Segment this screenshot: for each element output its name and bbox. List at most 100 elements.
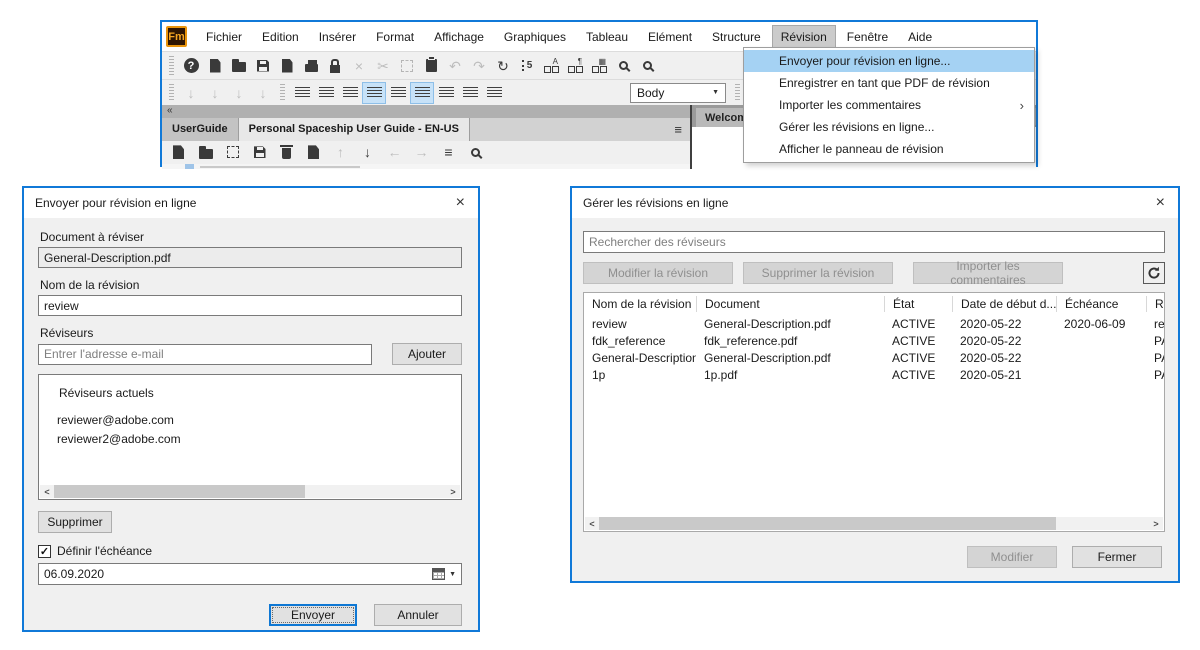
- justify-full-icon[interactable]: [386, 82, 410, 104]
- menu-inserer[interactable]: Insérer: [310, 25, 365, 49]
- reviewer-item[interactable]: reviewer2@adobe.com: [39, 427, 461, 446]
- horizontal-scrollbar[interactable]: < >: [585, 517, 1163, 530]
- deadline-checkbox[interactable]: ✓: [38, 545, 51, 558]
- find-icon[interactable]: [635, 55, 659, 77]
- book-panel: « UserGuide Personal Spaceship User Guid…: [162, 105, 692, 169]
- menu-format[interactable]: Format: [367, 25, 423, 49]
- scroll-left-icon[interactable]: <: [585, 519, 599, 529]
- table-row[interactable]: General-Description General-Description.…: [584, 349, 1164, 366]
- anchor-down2-icon: ↓: [203, 82, 227, 104]
- tab-userguide[interactable]: UserGuide: [162, 118, 239, 141]
- save-icon[interactable]: [251, 55, 275, 77]
- new-document-icon[interactable]: [203, 55, 227, 77]
- line-spacing-icon[interactable]: [434, 82, 458, 104]
- import-icon[interactable]: [275, 55, 299, 77]
- paragraph-catalog-icon[interactable]: ¶: [563, 55, 587, 77]
- reviewer-email-input[interactable]: [38, 344, 372, 365]
- scroll-right-icon[interactable]: >: [1149, 519, 1163, 529]
- menu-revision[interactable]: Révision: [772, 25, 836, 49]
- spacing-plus-icon[interactable]: [482, 82, 506, 104]
- tab-personal-spaceship[interactable]: Personal Spaceship User Guide - EN-US: [239, 118, 470, 141]
- reviewer-item[interactable]: reviewer@adobe.com: [39, 400, 461, 427]
- menu-aide[interactable]: Aide: [899, 25, 941, 49]
- menu-fichier[interactable]: Fichier: [197, 25, 251, 49]
- space-between-icon[interactable]: [458, 82, 482, 104]
- scrollbar-thumb[interactable]: [54, 485, 305, 498]
- display-list-icon[interactable]: ≡: [435, 141, 462, 163]
- search-reviewers-input[interactable]: [583, 231, 1165, 253]
- toolbar-grip[interactable]: [735, 84, 740, 101]
- deadline-date-value: 06.09.2020: [44, 567, 104, 581]
- panel-collapse-icon[interactable]: «: [162, 105, 690, 118]
- menu-graphiques[interactable]: Graphiques: [495, 25, 575, 49]
- col-header-state[interactable]: État: [884, 296, 952, 312]
- table-row[interactable]: 1p 1p.pdf ACTIVE 2020-05-21 PA: [584, 366, 1164, 383]
- menu-element[interactable]: Elément: [639, 25, 701, 49]
- review-name-input[interactable]: [38, 295, 462, 316]
- menu-item-manage-online-reviews[interactable]: Gérer les révisions en ligne...: [744, 116, 1034, 138]
- justify-left-icon[interactable]: [362, 82, 386, 104]
- panel-menu-icon[interactable]: ≡: [674, 122, 682, 137]
- toolbar-grip[interactable]: [169, 56, 174, 75]
- table-catalog-icon[interactable]: ▦: [587, 55, 611, 77]
- menu-item-show-review-panel[interactable]: Afficher le panneau de révision: [744, 138, 1034, 160]
- add-document-icon[interactable]: [165, 141, 192, 163]
- close-icon[interactable]: ×: [454, 195, 467, 211]
- revision-dropdown-menu: Envoyer pour révision en ligne... Enregi…: [743, 47, 1035, 163]
- paragraph-style-combobox[interactable]: Body ▼: [630, 83, 726, 103]
- align-left-icon[interactable]: [290, 82, 314, 104]
- horizontal-scrollbar[interactable]: < >: [40, 485, 460, 498]
- update-book-icon[interactable]: [300, 141, 327, 163]
- numbered-steps-icon[interactable]: 5: [515, 55, 539, 77]
- menu-tableau[interactable]: Tableau: [577, 25, 637, 49]
- paste-icon[interactable]: [419, 55, 443, 77]
- close-icon[interactable]: ×: [1154, 195, 1167, 211]
- send-button[interactable]: Envoyer: [269, 604, 357, 626]
- character-catalog-icon[interactable]: A: [539, 55, 563, 77]
- col-header-deadline[interactable]: Échéance: [1056, 296, 1146, 312]
- date-dropdown-icon[interactable]: ▼: [449, 571, 456, 578]
- justify-icon[interactable]: [410, 82, 434, 104]
- reviewers-listbox[interactable]: Réviseurs actuels reviewer@adobe.com rev…: [38, 374, 462, 500]
- refresh-button[interactable]: [1143, 262, 1165, 284]
- cancel-button[interactable]: Annuler: [374, 604, 462, 626]
- align-right-icon[interactable]: [338, 82, 362, 104]
- scroll-left-icon[interactable]: <: [40, 487, 54, 497]
- align-center-icon[interactable]: [314, 82, 338, 104]
- menu-structure[interactable]: Structure: [703, 25, 770, 49]
- add-folder-icon[interactable]: [192, 141, 219, 163]
- move-down-icon[interactable]: ↓: [354, 141, 381, 163]
- demote-icon: →: [408, 141, 435, 163]
- table-row[interactable]: fdk_reference fdk_reference.pdf ACTIVE 2…: [584, 332, 1164, 349]
- repeat-icon[interactable]: ↻: [491, 55, 515, 77]
- menu-item-save-as-review-pdf[interactable]: Enregistrer en tant que PDF de révision: [744, 72, 1034, 94]
- open-folder-icon[interactable]: [227, 55, 251, 77]
- col-header-document[interactable]: Document: [696, 296, 884, 312]
- menu-item-import-comments[interactable]: Importer les commentaires›: [744, 94, 1034, 116]
- col-header-reviewers[interactable]: Ré: [1146, 296, 1165, 312]
- menu-edition[interactable]: Edition: [253, 25, 308, 49]
- menu-affichage[interactable]: Affichage: [425, 25, 493, 49]
- add-reviewer-button[interactable]: Ajouter: [392, 343, 462, 365]
- table-row[interactable]: review General-Description.pdf ACTIVE 20…: [584, 315, 1164, 332]
- help-icon[interactable]: ?: [179, 55, 203, 77]
- smart-catalog-icon[interactable]: [611, 55, 635, 77]
- delete-file-icon[interactable]: [273, 141, 300, 163]
- col-header-review-name[interactable]: Nom de la révision: [584, 296, 696, 312]
- toolbar-grip[interactable]: [280, 84, 285, 101]
- search-book-icon[interactable]: [462, 141, 489, 163]
- col-header-start-date[interactable]: Date de début d...: [952, 296, 1056, 312]
- add-group-icon[interactable]: [219, 141, 246, 163]
- save-book-icon[interactable]: [246, 141, 273, 163]
- close-button[interactable]: Fermer: [1072, 546, 1162, 568]
- menu-item-send-for-online-review[interactable]: Envoyer pour révision en ligne...: [744, 50, 1034, 72]
- scroll-right-icon[interactable]: >: [446, 487, 460, 497]
- scrollbar-thumb[interactable]: [599, 517, 1056, 530]
- lock-icon[interactable]: [323, 55, 347, 77]
- menu-fenetre[interactable]: Fenêtre: [838, 25, 897, 49]
- print-icon[interactable]: [299, 55, 323, 77]
- toolbar-grip[interactable]: [169, 84, 174, 101]
- remove-reviewer-button[interactable]: Supprimer: [38, 511, 112, 533]
- calendar-icon[interactable]: [432, 568, 445, 580]
- deadline-date-field[interactable]: 06.09.2020 ▼: [38, 563, 462, 585]
